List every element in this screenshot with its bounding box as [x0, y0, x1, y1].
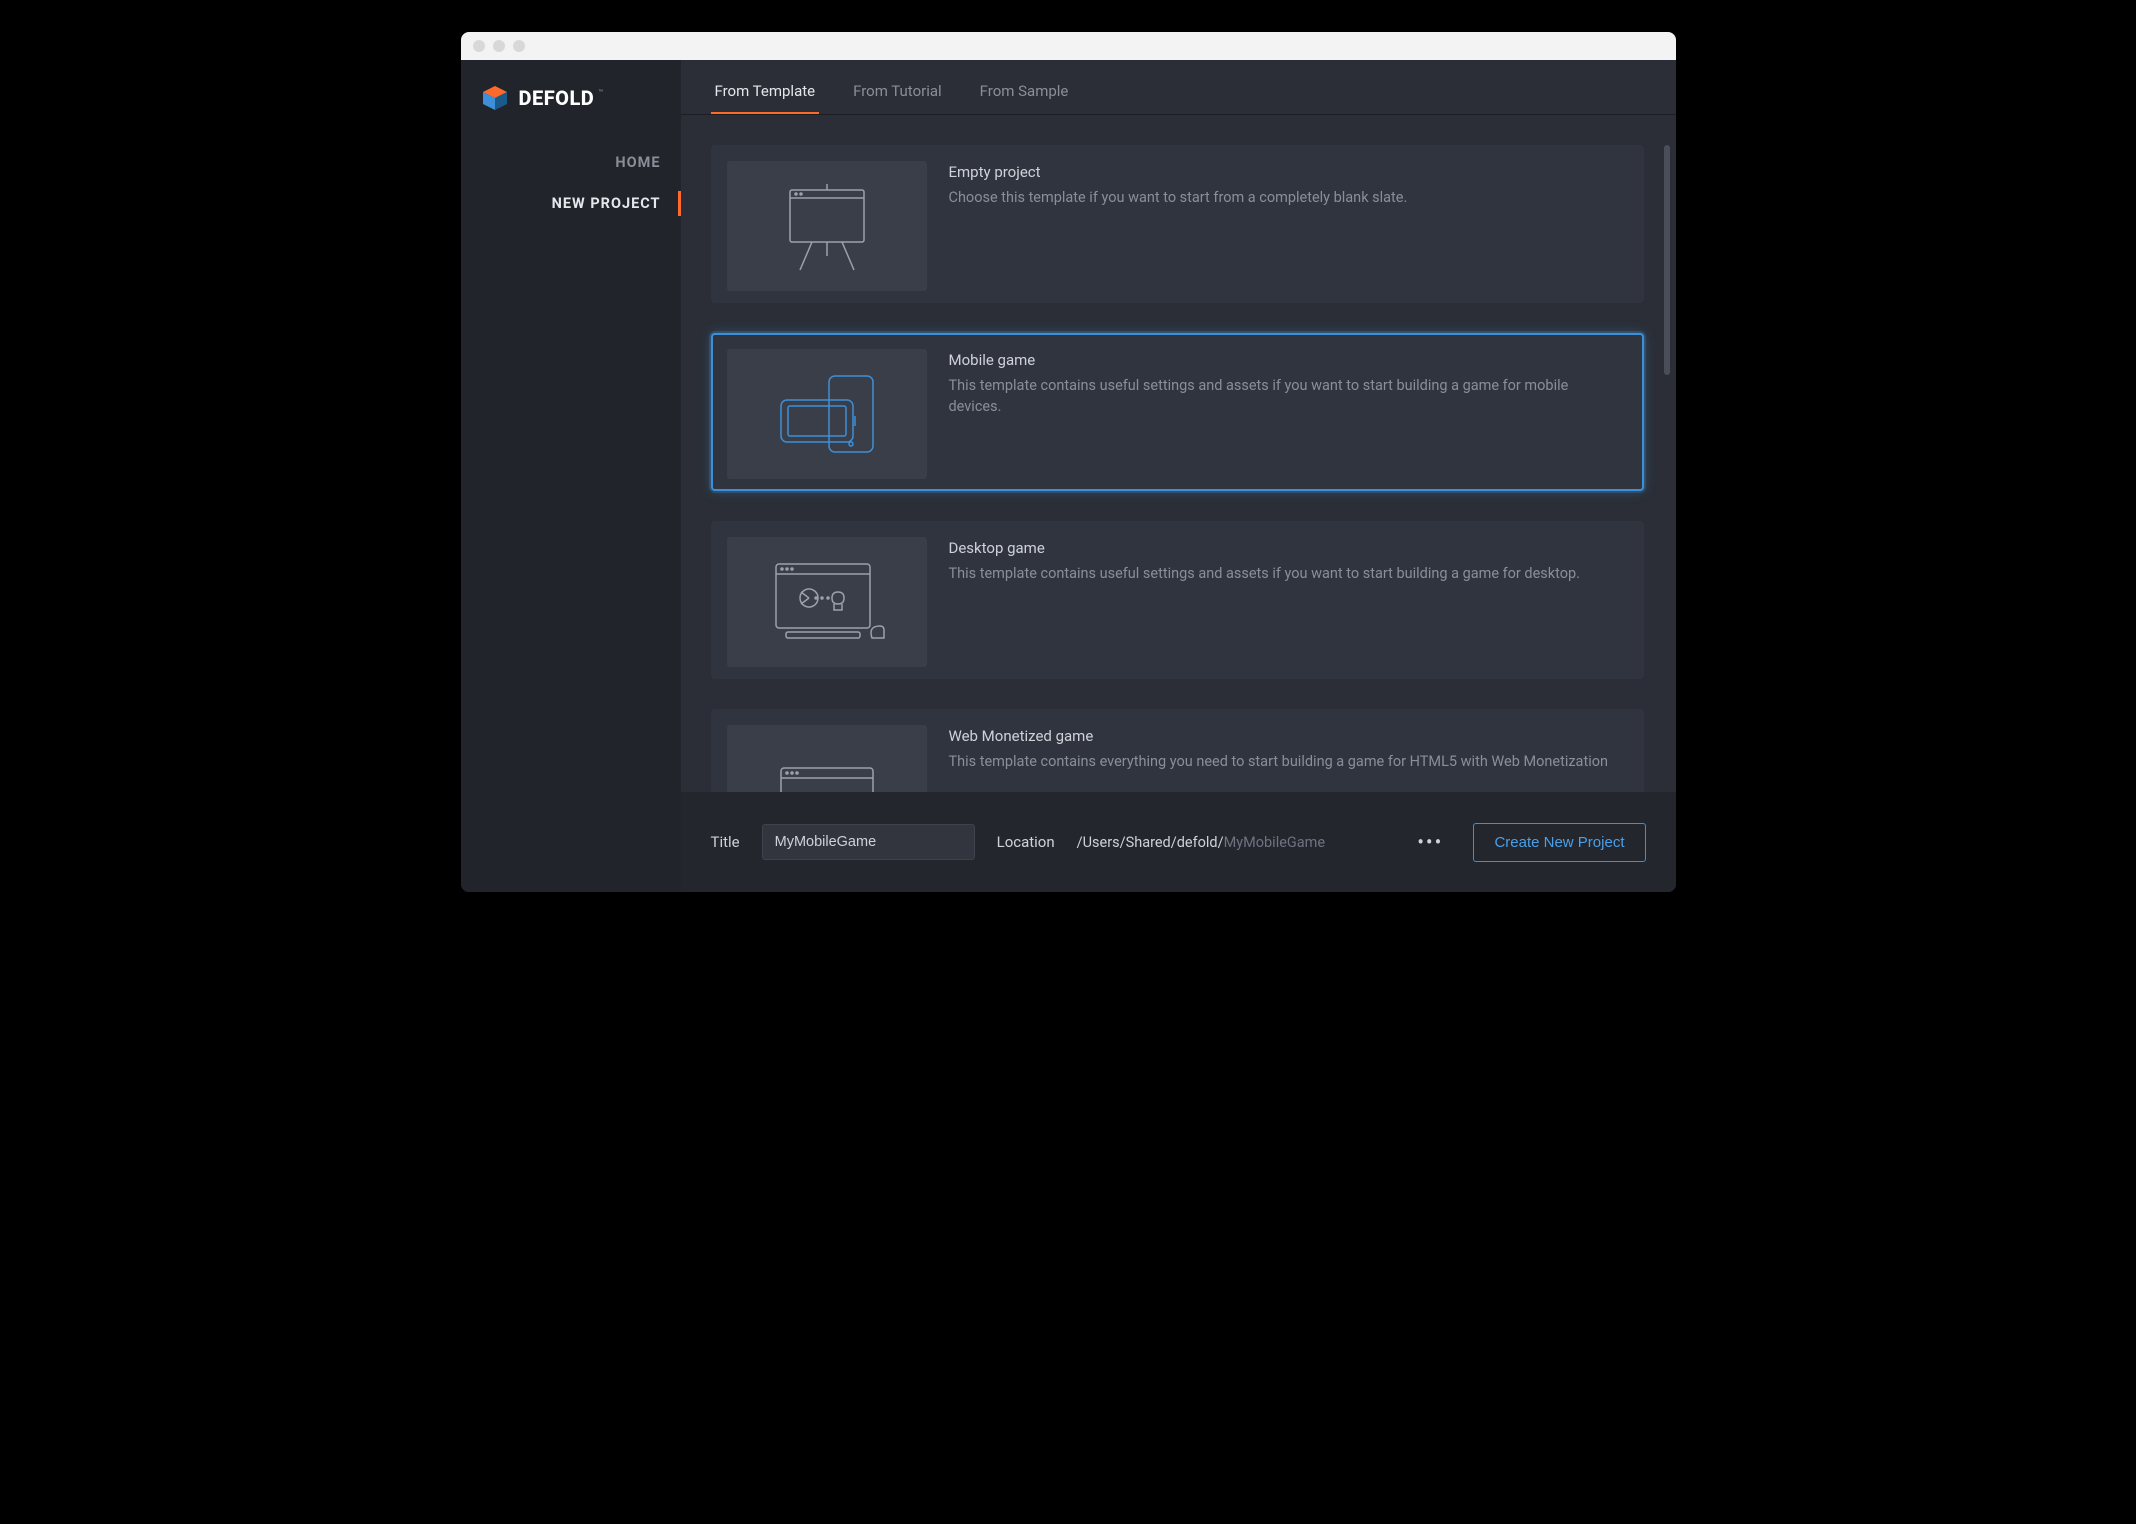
- footer-bar: Title Location /Users/Shared/defold/MyMo…: [681, 792, 1676, 892]
- template-description: This template contains useful settings a…: [949, 563, 1622, 584]
- window-maximize-button[interactable]: [513, 40, 525, 52]
- title-label: Title: [711, 833, 740, 851]
- create-project-button[interactable]: Create New Project: [1473, 823, 1645, 862]
- window-close-button[interactable]: [473, 40, 485, 52]
- defold-logo-icon: [481, 84, 509, 112]
- template-card-mobile-game[interactable]: Mobile game This template contains useful…: [711, 333, 1644, 491]
- location-suffix: MyMobileGame: [1224, 834, 1326, 851]
- template-title: Desktop game: [949, 539, 1622, 557]
- template-description: Choose this template if you want to star…: [949, 187, 1622, 208]
- scrollbar-track[interactable]: [1658, 115, 1676, 792]
- titlebar: [461, 32, 1676, 60]
- template-title: Web Monetized game: [949, 727, 1622, 745]
- template-card-empty-project[interactable]: Empty project Choose this template if you…: [711, 145, 1644, 303]
- template-title: Mobile game: [949, 351, 1622, 369]
- app-window: DEFOLD ™ HOMENEW PROJECT From TemplateFr…: [461, 32, 1676, 892]
- trademark-icon: ™: [598, 88, 603, 97]
- location-base: /Users/Shared/defold/: [1077, 834, 1224, 851]
- desktop-template-icon: [727, 537, 927, 667]
- tab-from-sample[interactable]: From Sample: [976, 60, 1073, 114]
- template-title: Empty project: [949, 163, 1622, 181]
- template-card-desktop-game[interactable]: Desktop game This template contains usefu…: [711, 521, 1644, 679]
- brand-logo: DEFOLD ™: [461, 60, 681, 142]
- template-list: Empty project Choose this template if you…: [681, 115, 1658, 792]
- web-template-icon: [727, 725, 927, 792]
- sidebar-item-new-project[interactable]: NEW PROJECT: [461, 183, 681, 224]
- location-path: /Users/Shared/defold/MyMobileGame: [1077, 834, 1325, 851]
- app-body: DEFOLD ™ HOMENEW PROJECT From TemplateFr…: [461, 60, 1676, 892]
- brand-name: DEFOLD: [519, 86, 595, 110]
- main-panel: From Template From Tutorial From Sample Em…: [681, 60, 1676, 892]
- sidebar: DEFOLD ™ HOMENEW PROJECT: [461, 60, 681, 892]
- window-minimize-button[interactable]: [493, 40, 505, 52]
- template-card-web-monetized-game[interactable]: Web Monetized game This template contains…: [711, 709, 1644, 792]
- content-area: Empty project Choose this template if you…: [681, 115, 1676, 792]
- more-options-button[interactable]: •••: [1409, 824, 1451, 860]
- tab-from-tutorial[interactable]: From Tutorial: [849, 60, 946, 114]
- template-description: This template contains everything you ne…: [949, 751, 1622, 772]
- template-description: This template contains useful settings a…: [949, 375, 1622, 417]
- scrollbar-thumb[interactable]: [1664, 145, 1670, 375]
- sidebar-item-home[interactable]: HOME: [461, 142, 681, 183]
- location-label: Location: [997, 833, 1055, 851]
- tab-from-template[interactable]: From Template: [711, 60, 820, 114]
- mobile-template-icon: [727, 349, 927, 479]
- project-title-input[interactable]: [762, 824, 975, 860]
- tabs-row: From Template From Tutorial From Sample: [681, 60, 1676, 115]
- easel-template-icon: [727, 161, 927, 291]
